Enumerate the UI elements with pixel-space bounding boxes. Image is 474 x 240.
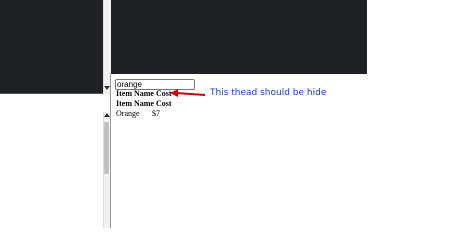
annotation-text: This thead should be hide: [210, 88, 327, 98]
cell-cost: $7: [152, 109, 160, 118]
dark-panel-top: [111, 0, 367, 74]
sticky-thead: Item Name Cost: [116, 89, 172, 99]
thead-text: Item Name Cost: [116, 99, 172, 108]
annotation-arrow-icon: [170, 89, 206, 97]
dark-panel-left: [0, 0, 103, 93]
sticky-thead-text: Item Name Cost: [116, 89, 172, 98]
table-thead: Item Name Cost: [116, 99, 172, 109]
scroll-thumb[interactable]: [104, 122, 109, 174]
content-border: [110, 74, 111, 228]
cell-item-name: Orange: [116, 109, 140, 118]
table-row: Orange $7: [116, 109, 160, 119]
panel-divider: [0, 93, 103, 94]
